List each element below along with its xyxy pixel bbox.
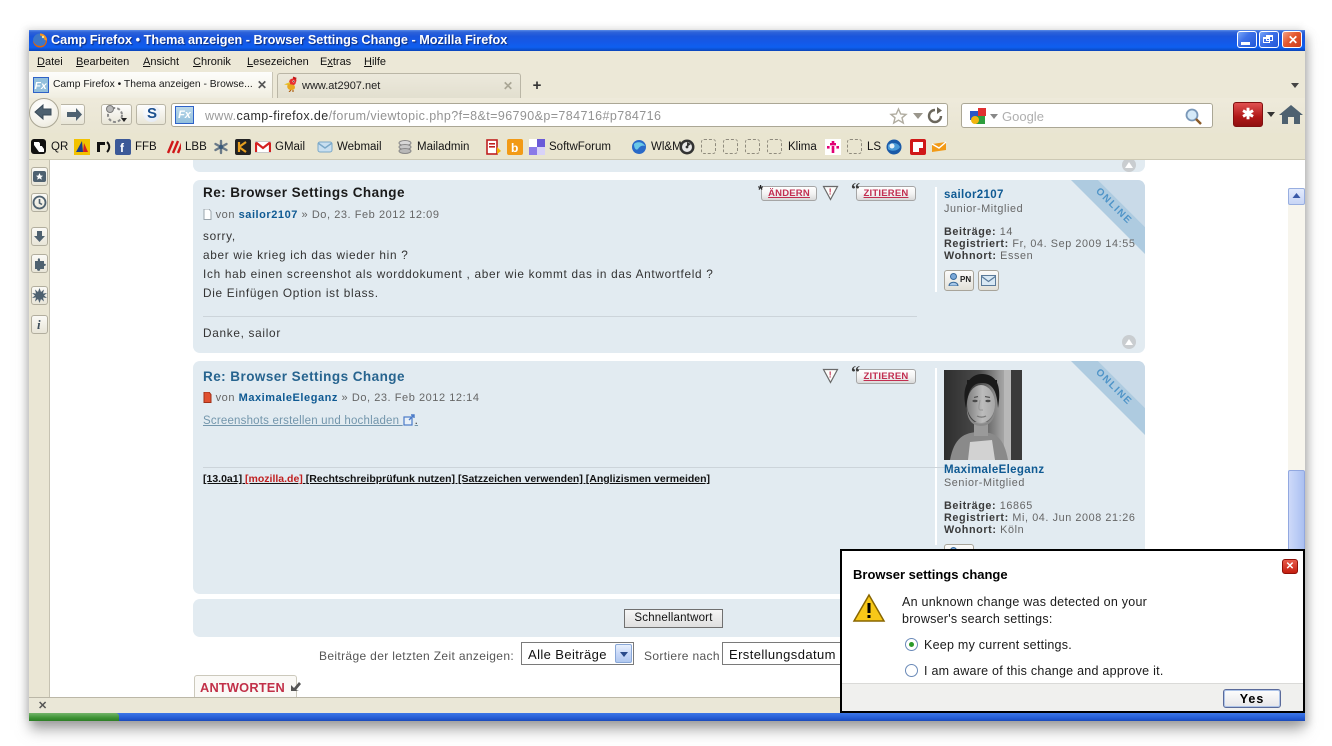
svg-text:!: ! (829, 187, 832, 197)
svg-text:!: ! (829, 370, 832, 380)
svg-text:b: b (511, 141, 518, 155)
svg-text:Fx: Fx (35, 80, 48, 92)
